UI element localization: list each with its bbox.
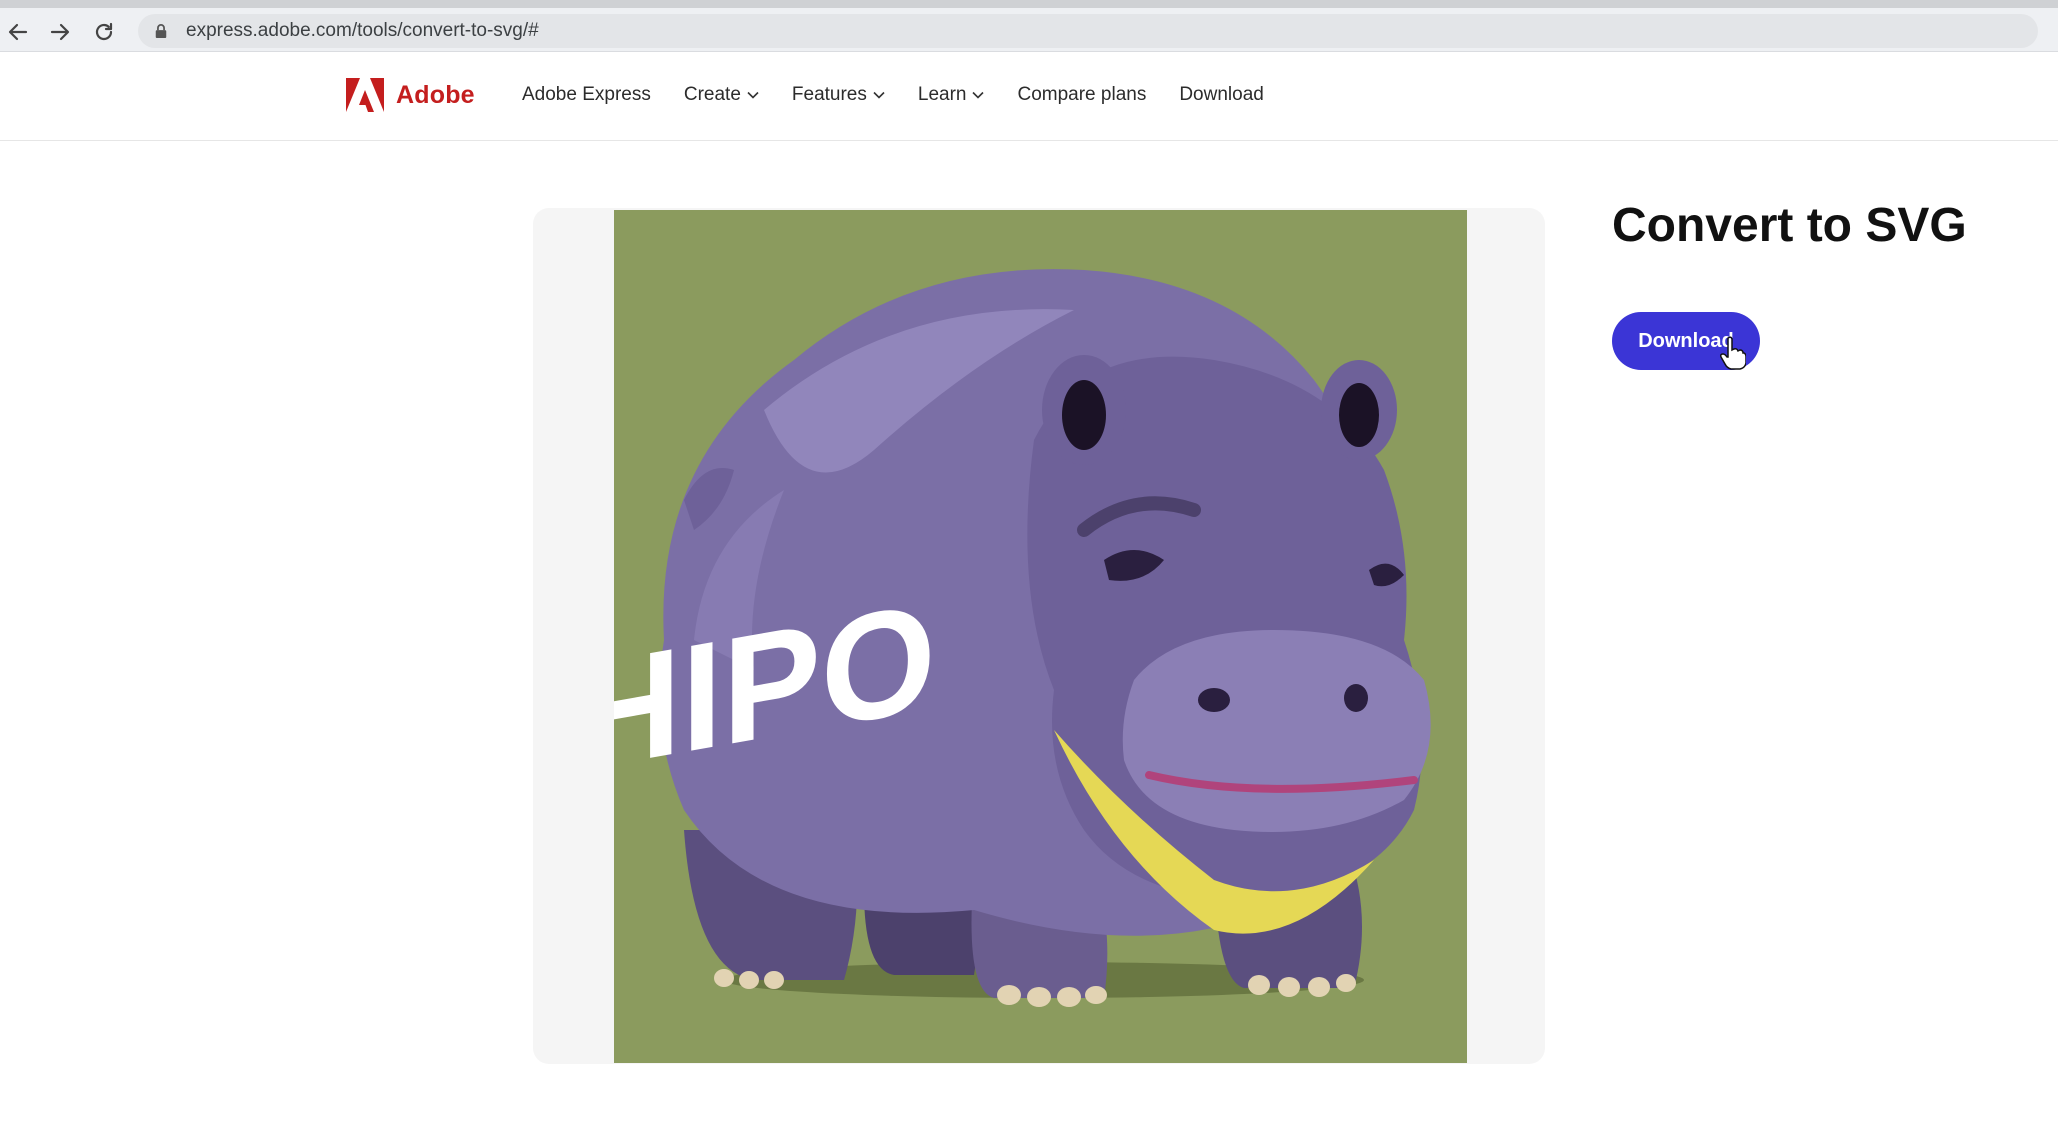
nav-adobe-express[interactable]: Adobe Express <box>522 84 651 106</box>
nav-compare-plans[interactable]: Compare plans <box>1017 84 1146 106</box>
address-bar[interactable]: express.adobe.com/tools/convert-to-svg/# <box>138 14 2038 48</box>
hand-pointer-icon <box>1720 336 1746 370</box>
main-nav: Adobe Express Create Features Learn Comp… <box>522 84 1297 106</box>
nav-label: Compare plans <box>1017 84 1147 105</box>
nav-label: Adobe Express <box>522 84 651 105</box>
nav-create[interactable]: Create <box>684 84 759 106</box>
adobe-logo[interactable]: Adobe <box>346 78 475 112</box>
lock-icon <box>154 22 170 40</box>
nav-label: Learn <box>917 84 967 105</box>
adobe-logo-icon <box>346 78 384 112</box>
converted-svg-image: HIPO <box>614 210 1467 1063</box>
nav-features[interactable]: Features <box>792 84 885 106</box>
page-title: Convert to SVG <box>1612 199 1967 252</box>
nav-download[interactable]: Download <box>1179 84 1264 106</box>
browser-toolbar: express.adobe.com/tools/convert-to-svg/# <box>0 0 2058 52</box>
chevron-down-icon <box>972 91 985 99</box>
site-header: Adobe Adobe Express Create Features Lear… <box>0 52 2058 141</box>
chevron-down-icon <box>873 91 885 99</box>
back-arrow-icon[interactable] <box>2 16 34 48</box>
brand-name: Adobe <box>396 80 475 109</box>
chevron-down-icon <box>747 91 759 99</box>
url-text: express.adobe.com/tools/convert-to-svg/# <box>186 20 539 41</box>
nav-label: Create <box>683 84 741 105</box>
reload-icon[interactable] <box>88 16 120 48</box>
forward-arrow-icon[interactable] <box>44 16 76 48</box>
nav-learn[interactable]: Learn <box>918 84 985 106</box>
nav-label: Download <box>1179 84 1264 105</box>
nav-label: Features <box>791 84 867 105</box>
